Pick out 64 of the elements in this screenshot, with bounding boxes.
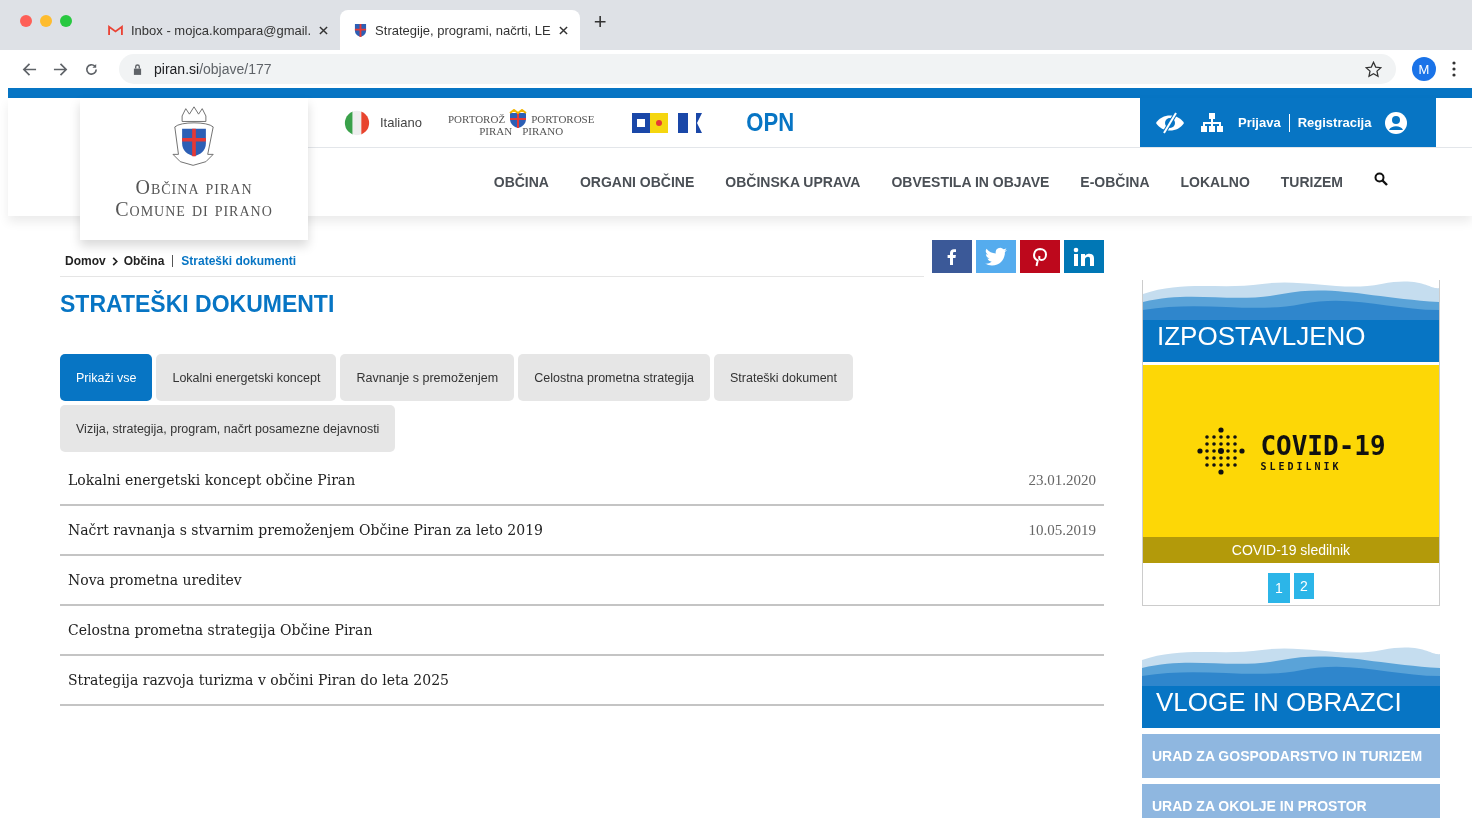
document-date: 23.01.2020 xyxy=(1028,471,1096,489)
covid-logo-title: COVID-19 xyxy=(1260,430,1386,461)
document-link[interactable]: Načrt ravnanja s stvarnim premoženjem Občine Piran za leto 2019 xyxy=(68,522,543,538)
italian-flag-icon xyxy=(342,109,372,136)
filter-tab[interactable]: Ravnanje s premoženjem xyxy=(340,354,515,401)
breadcrumb-current: Strateški dokumenti xyxy=(181,254,297,268)
banner-caption: COVID-19 sledilnik xyxy=(1143,537,1439,563)
panel-title: VLOGE IN OBRAZCI xyxy=(1156,687,1402,718)
municipality-name: Občina piran xyxy=(135,176,253,198)
search-icon[interactable] xyxy=(1374,172,1388,186)
filter-tab[interactable]: Celostna prometna strategija xyxy=(518,354,710,401)
menu-icon[interactable] xyxy=(1452,61,1456,77)
browser-tab[interactable]: Strategije, programi, načrti, LE xyxy=(340,10,580,50)
logo-card[interactable]: Občina piran Comune di pirano xyxy=(80,98,308,240)
envelope-icon xyxy=(108,24,123,36)
document-link[interactable]: Strategija razvoja turizma v občini Piran do leta 2025 xyxy=(68,672,449,688)
document-link[interactable]: Lokalni energetski koncept občine Piran xyxy=(68,472,356,488)
nav-link[interactable]: OBČINA xyxy=(493,174,549,190)
user-icon[interactable] xyxy=(1385,111,1408,134)
panel-title: IZPOSTAVLJENO xyxy=(1157,321,1366,352)
new-tab-button[interactable]: + xyxy=(593,9,607,35)
covid-logo-subtitle: SLEDILNIK xyxy=(1260,460,1343,472)
shield-icon xyxy=(354,22,368,38)
municipality-name-italian: Comune di pirano xyxy=(115,198,273,220)
filter-tab[interactable]: Lokalni energetski koncept xyxy=(156,354,337,401)
eye-slash-icon[interactable] xyxy=(1154,111,1186,134)
breadcrumb-link[interactable]: Občina xyxy=(123,254,165,268)
nav-link[interactable]: E-OBČINA xyxy=(1080,174,1150,190)
opn-logo[interactable]: OPN xyxy=(746,107,795,138)
browser-tab[interactable]: Inbox - mojca.kompara@gmail. xyxy=(94,10,341,50)
reload-icon[interactable] xyxy=(84,61,99,77)
facebook-icon[interactable] xyxy=(932,240,972,273)
language-link[interactable]: Italiano xyxy=(380,115,422,130)
document-date: 10.05.2019 xyxy=(1028,521,1096,539)
address-bar[interactable]: piran.si/objave/177 xyxy=(119,54,1396,84)
profile-avatar[interactable]: M xyxy=(1412,57,1436,81)
sitemap-icon[interactable] xyxy=(1200,111,1224,134)
pinterest-icon[interactable] xyxy=(1020,240,1060,273)
chevron-icon xyxy=(111,256,118,266)
document-link[interactable]: Nova prometna ureditev xyxy=(68,572,242,588)
linkedin-icon[interactable] xyxy=(1064,240,1104,273)
page-title: STRATEŠKI DOKUMENTI xyxy=(60,291,336,318)
covid-banner[interactable]: COVID-19 SLEDILNIK xyxy=(1143,362,1439,537)
nav-link[interactable]: LOKALNO xyxy=(1180,174,1250,190)
nav-link[interactable]: OBVESTILA IN OBJAVE xyxy=(891,174,1050,190)
breadcrumb-link[interactable]: Domov xyxy=(65,254,106,268)
register-link[interactable]: Registracija xyxy=(1297,115,1372,130)
lock-icon xyxy=(133,63,142,75)
url-text: piran.si/objave/177 xyxy=(154,61,273,77)
nav-link[interactable]: ORGANI OBČINE xyxy=(580,174,695,190)
tourism-logo[interactable]: PORTOROŽ PORTOROSE PIRAN PIRANO xyxy=(447,108,595,137)
filter-tab[interactable]: Strateški dokument xyxy=(714,354,853,401)
dot-pattern-icon xyxy=(1196,426,1247,476)
back-icon[interactable] xyxy=(22,61,37,77)
nav-link[interactable]: OBČINSKA UPRAVA xyxy=(725,174,861,190)
close-tab-icon[interactable] xyxy=(319,25,329,35)
nav-link[interactable]: TURIZEM xyxy=(1280,174,1343,190)
document-link[interactable]: Celostna prometna strategija Občine Piran xyxy=(68,622,373,638)
login-link[interactable]: Prijava xyxy=(1238,115,1281,130)
close-tab-icon[interactable] xyxy=(558,25,568,35)
filter-tab[interactable]: Prikaži vse xyxy=(60,354,153,401)
filter-tab[interactable]: Vizija, strategija, program, načrt posamezne dejavnosti xyxy=(60,405,396,452)
star-icon[interactable] xyxy=(1365,60,1382,78)
forward-icon[interactable] xyxy=(53,61,68,77)
